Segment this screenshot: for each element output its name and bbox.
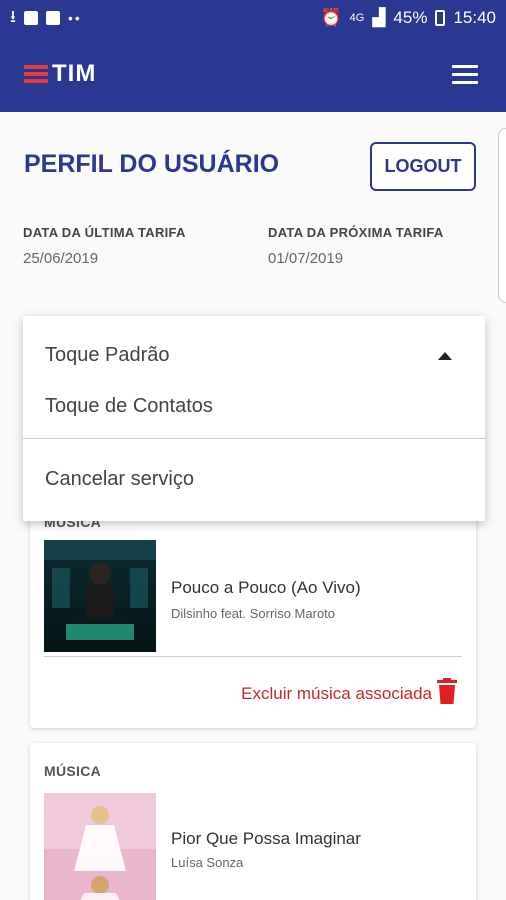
ringtone-dropdown: Toque Padrão Toque de Contatos Cancelar … [23,316,485,521]
card-label: MÚSICA [44,763,102,779]
next-tariff-label: DATA DA PRÓXIMA TARIFA [268,225,444,240]
app-bar: TIM [0,36,506,112]
album-cover-image [44,793,156,900]
signal-icon: ▟ [372,8,386,27]
page-title: PERFIL DO USUÁRIO [24,150,280,178]
chevron-up-icon[interactable] [438,352,452,360]
last-tariff-block: DATA DA ÚLTIMA TARIFA 25/06/2019 [23,225,186,267]
mail-icon [23,11,38,25]
logo-text: TIM [52,60,97,87]
tim-logo[interactable]: TIM [24,60,96,88]
last-tariff-label: DATA DA ÚLTIMA TARIFA [23,225,186,240]
trash-icon[interactable] [436,678,458,704]
song-title: Pior Que Possa Imaginar [171,829,361,848]
song-title: Pouco a Pouco (Ao Vivo) [171,578,361,597]
delete-music-link[interactable]: Excluir música associada [241,684,432,704]
next-tariff-block: DATA DA PRÓXIMA TARIFA 01/07/2019 [268,225,444,267]
dropdown-item-cancelar-servico[interactable]: Cancelar serviço [45,468,194,491]
battery-icon [435,10,446,26]
network-type: 4G [349,12,365,24]
album-cover-image [44,540,156,652]
music-card: MÚSICA Pior Que Possa Imaginar Luísa Son… [30,743,476,900]
main-content: PERFIL DO USUÁRIO LOGOUT DATA DA ÚLTIMA … [0,112,506,900]
message-icon [45,11,60,25]
more-notifications-icon: •• [67,10,82,26]
divider [23,438,485,439]
album-cover[interactable] [44,793,156,900]
album-cover[interactable] [44,540,156,652]
dropdown-item-toque-padrao[interactable]: Toque Padrão [45,344,170,367]
song-artist: Luísa Sonza [171,855,244,870]
divider [44,656,462,657]
song-artist: Dilsinho feat. Sorriso Maroto [171,606,336,621]
music-card: MÚSICA Pouco a Pouco (Ao Vivo) Dilsinho [30,500,476,728]
next-tariff-value: 01/07/2019 [268,250,344,267]
logout-button[interactable]: LOGOUT [370,142,476,191]
battery-percent: 45% [393,8,428,27]
alarm-icon: ⏰ [320,8,342,27]
status-bar: ⭳ •• ⏰ 4G ▟ 45% 15:40 [0,0,506,36]
dropdown-item-toque-contatos[interactable]: Toque de Contatos [45,395,213,418]
side-tab[interactable] [498,128,506,303]
download-icon: ⭳ [10,6,16,26]
clock: 15:40 [453,8,496,27]
hamburger-menu-icon[interactable] [448,61,482,88]
last-tariff-value: 25/06/2019 [23,250,99,267]
tim-logo-mark-icon [24,65,48,83]
